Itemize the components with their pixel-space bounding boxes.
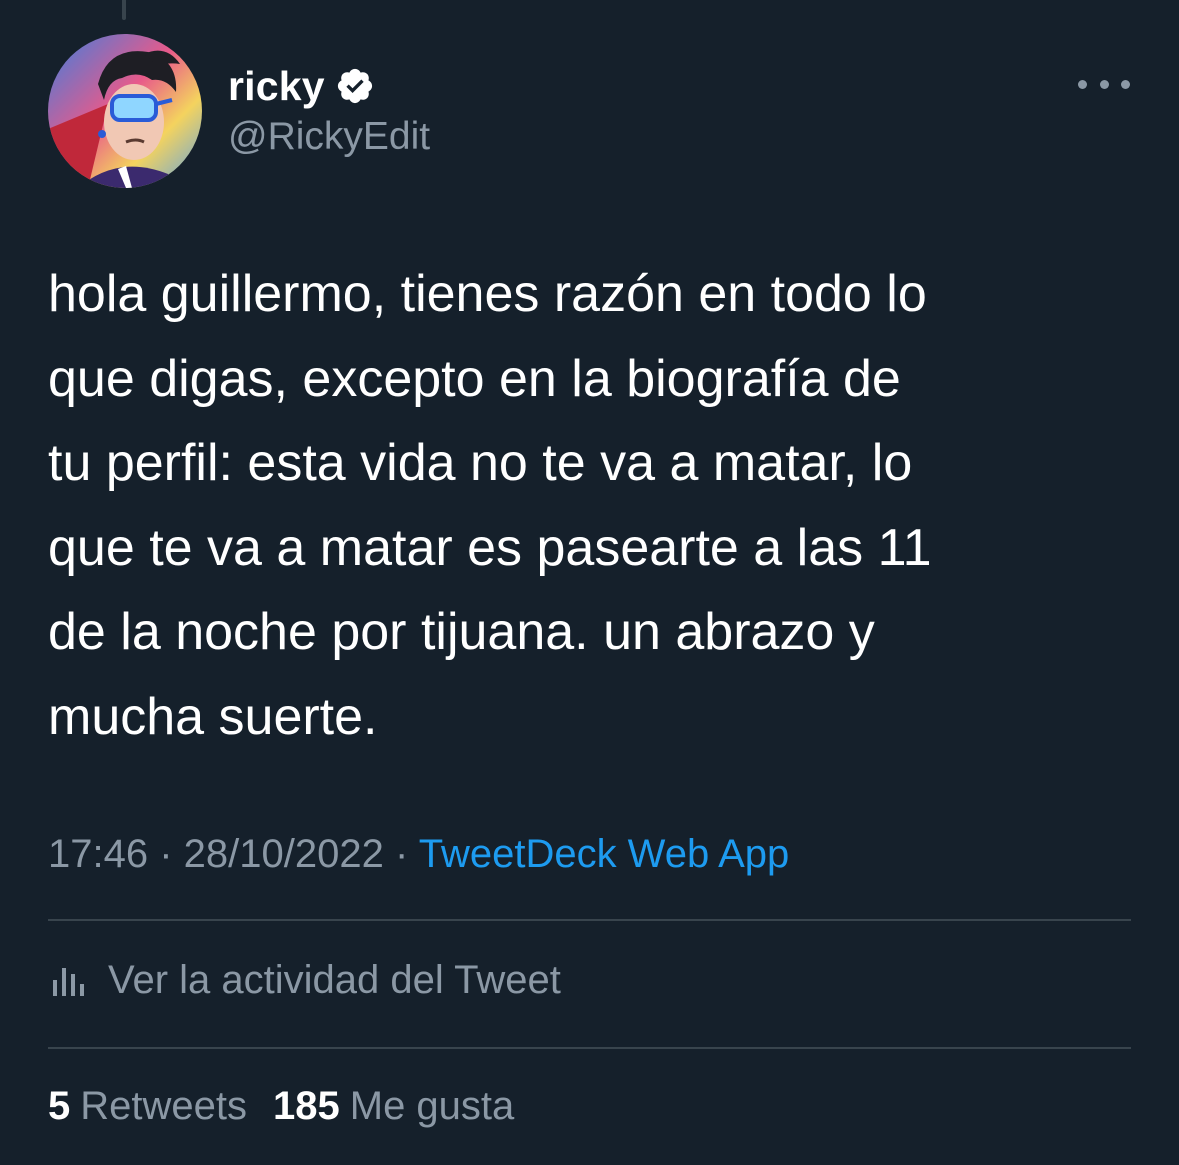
thread-connector-line <box>122 0 126 20</box>
likes-label: Me gusta <box>349 1084 515 1128</box>
tweet-stats: 5 Retweets 185 Me gusta <box>48 1084 540 1129</box>
activity-label: Ver la actividad del Tweet <box>108 957 561 1002</box>
likes-stat[interactable]: 185 Me gusta <box>273 1084 514 1129</box>
tweet-detail: ricky @RickyEdit hola guillermo, tienes … <box>0 0 1179 1165</box>
dot <box>1078 79 1087 89</box>
verified-badge-icon <box>335 66 375 106</box>
author-name-row[interactable]: ricky <box>228 60 375 112</box>
tweet-activity-link[interactable]: Ver la actividad del Tweet <box>50 956 561 1004</box>
tweet-meta: 17:46 · 28/10/2022 · TweetDeck Web App <box>48 832 789 877</box>
display-name[interactable]: ricky <box>228 63 325 110</box>
dot <box>1121 79 1130 89</box>
divider <box>48 919 1131 921</box>
retweets-stat[interactable]: 5 Retweets <box>48 1084 247 1129</box>
tweet-source-link[interactable]: TweetDeck Web App <box>419 832 790 876</box>
author-handle[interactable]: @RickyEdit <box>228 115 430 159</box>
tweet-time[interactable]: 17:46 <box>48 832 148 876</box>
likes-count: 185 <box>273 1084 340 1128</box>
dot <box>1099 79 1109 89</box>
retweets-label: Retweets <box>80 1084 247 1128</box>
bar-chart-icon <box>50 960 90 1000</box>
retweets-count: 5 <box>48 1084 71 1128</box>
meta-separator: · <box>159 832 184 876</box>
divider <box>48 1047 1131 1049</box>
cartoon-avatar-icon <box>48 34 202 188</box>
more-options-icon[interactable] <box>1078 66 1130 102</box>
tweet-date[interactable]: 28/10/2022 <box>184 832 384 876</box>
meta-separator: · <box>395 832 419 876</box>
tweet-text: hola guillermo, tienes razón en todo lo … <box>48 265 932 746</box>
avatar[interactable] <box>48 34 202 188</box>
